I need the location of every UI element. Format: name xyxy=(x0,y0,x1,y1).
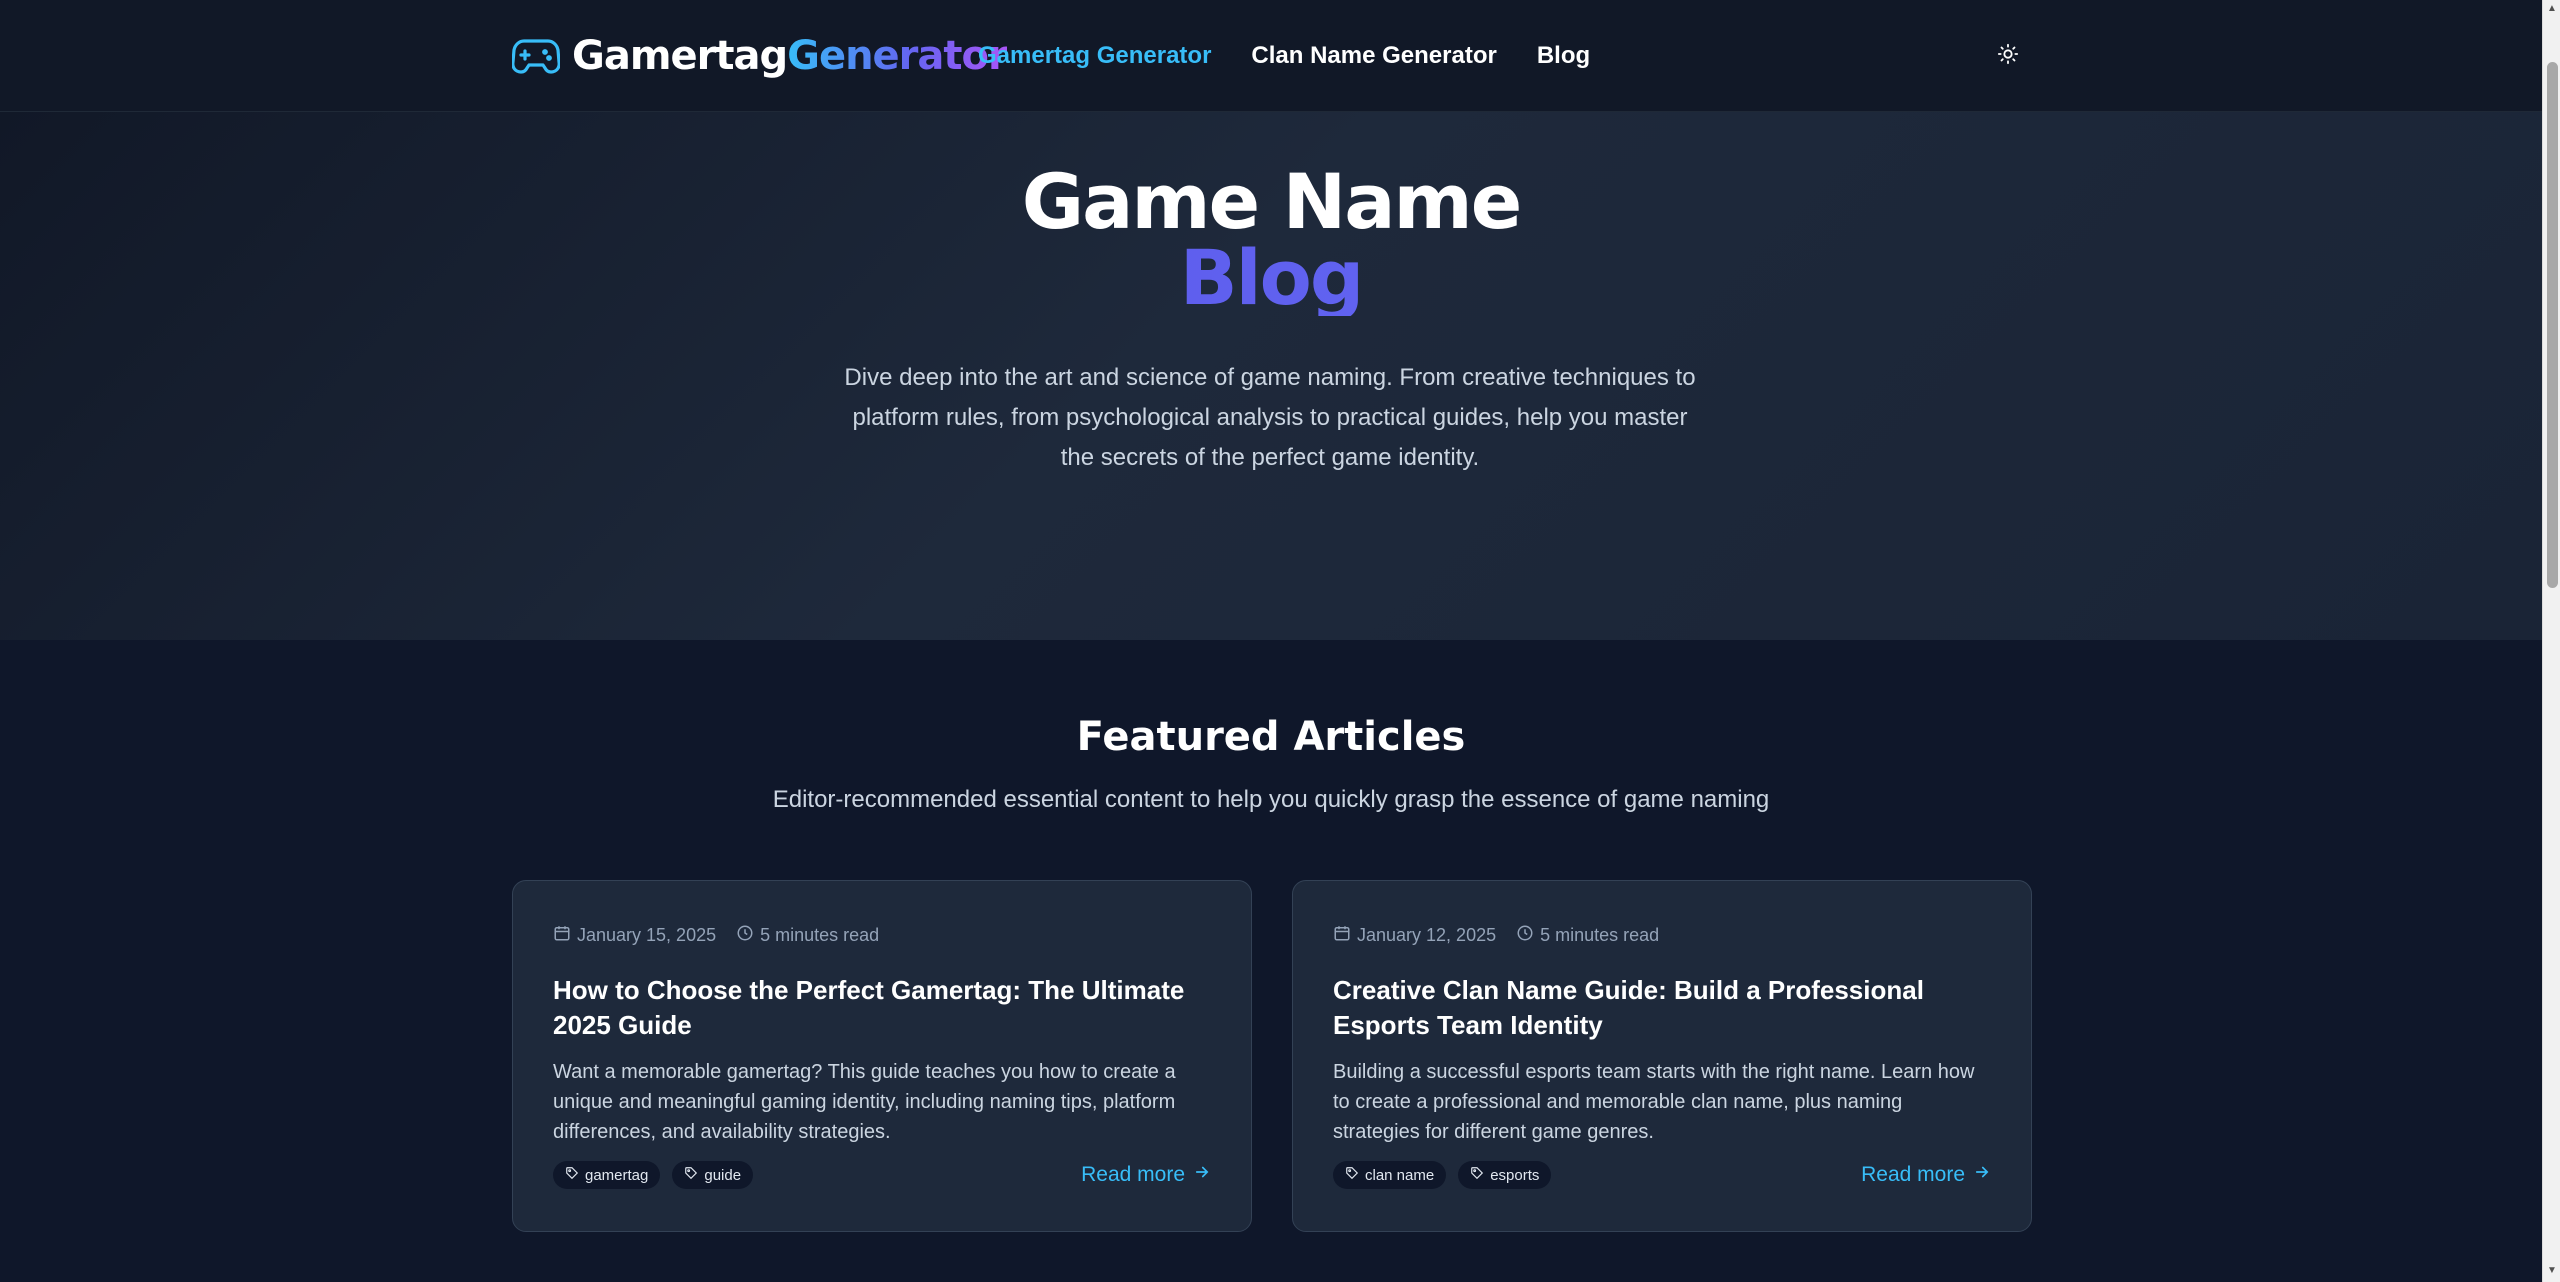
nav-gamertag-generator[interactable]: Gamertag Generator xyxy=(978,38,1211,74)
article-read-time: 5 minutes read xyxy=(736,924,879,947)
article-tags: gamertag guide xyxy=(553,1161,754,1189)
tag-icon xyxy=(1345,1166,1359,1184)
article-date: January 15, 2025 xyxy=(553,924,716,947)
article-title[interactable]: Creative Clan Name Guide: Build a Profes… xyxy=(1333,973,1991,1043)
article-title[interactable]: How to Choose the Perfect Gamertag: The … xyxy=(553,973,1211,1043)
site-logo[interactable]: GamertagGenerator xyxy=(512,28,1008,84)
page-title-line1: Game Name xyxy=(1021,157,1523,246)
main-nav: Gamertag Generator Clan Name Generator B… xyxy=(978,38,1590,74)
read-more-link[interactable]: Read more xyxy=(1081,1163,1211,1187)
nav-clan-name-generator[interactable]: Clan Name Generator xyxy=(1251,38,1496,74)
article-excerpt: Want a memorable gamertag? This guide te… xyxy=(553,1061,1176,1143)
featured-title: Featured Articles xyxy=(1076,714,1466,760)
calendar-icon xyxy=(553,924,571,947)
page: GamertagGenerator Gamertag Generator Cla… xyxy=(0,0,2560,1282)
hero-description: Dive deep into the art and science of ga… xyxy=(844,364,1696,471)
calendar-icon xyxy=(1333,924,1351,947)
hero-section: Game Name Blog Dive deep into the art an… xyxy=(0,112,2542,640)
logo-text: GamertagGenerator xyxy=(572,33,1008,79)
article-date: January 12, 2025 xyxy=(1333,924,1496,947)
article-card[interactable]: January 15, 2025 5 minutes read How to C… xyxy=(512,880,1252,1232)
page-title-line2: Blog xyxy=(0,240,2542,316)
article-meta: January 12, 2025 5 minutes read xyxy=(1333,921,1991,949)
article-footer: clan name esports Read more xyxy=(1333,1159,1991,1191)
theme-toggle-button[interactable] xyxy=(1990,38,2026,74)
nav-blog[interactable]: Blog xyxy=(1537,38,1590,74)
article-tags: clan name esports xyxy=(1333,1161,1552,1189)
site-header: GamertagGenerator Gamertag Generator Cla… xyxy=(0,0,2542,112)
arrow-right-icon xyxy=(1973,1163,1991,1187)
article-footer: gamertag guide Read more xyxy=(553,1159,1211,1191)
article-excerpt: Building a successful esports team start… xyxy=(1333,1061,1975,1143)
scroll-up-arrow-icon[interactable]: ▲ xyxy=(2547,4,2557,14)
arrow-right-icon xyxy=(1193,1163,1211,1187)
page-title: Game Name Blog xyxy=(0,164,2542,316)
tag-chip[interactable]: guide xyxy=(672,1161,754,1189)
clock-icon xyxy=(1516,924,1534,947)
tag-icon xyxy=(1470,1166,1484,1184)
article-card[interactable]: January 12, 2025 5 minutes read Creative… xyxy=(1292,880,2032,1232)
sun-icon xyxy=(1997,43,2019,70)
article-meta: January 15, 2025 5 minutes read xyxy=(553,921,1211,949)
tag-icon xyxy=(565,1166,579,1184)
tag-chip[interactable]: gamertag xyxy=(553,1161,661,1189)
scroll-down-arrow-icon[interactable]: ▼ xyxy=(2547,1266,2557,1276)
tag-chip[interactable]: esports xyxy=(1458,1161,1552,1189)
gamepad-icon xyxy=(512,36,560,76)
page-scrollbar[interactable]: ▲ ▼ xyxy=(2542,0,2560,1282)
article-read-time: 5 minutes read xyxy=(1516,924,1659,947)
scrollbar-thumb[interactable] xyxy=(2547,62,2558,588)
read-more-link[interactable]: Read more xyxy=(1861,1163,1991,1187)
tag-chip[interactable]: clan name xyxy=(1333,1161,1447,1189)
clock-icon xyxy=(736,924,754,947)
tag-icon xyxy=(684,1166,698,1184)
featured-subtitle: Editor-recommended essential content to … xyxy=(772,786,1770,813)
